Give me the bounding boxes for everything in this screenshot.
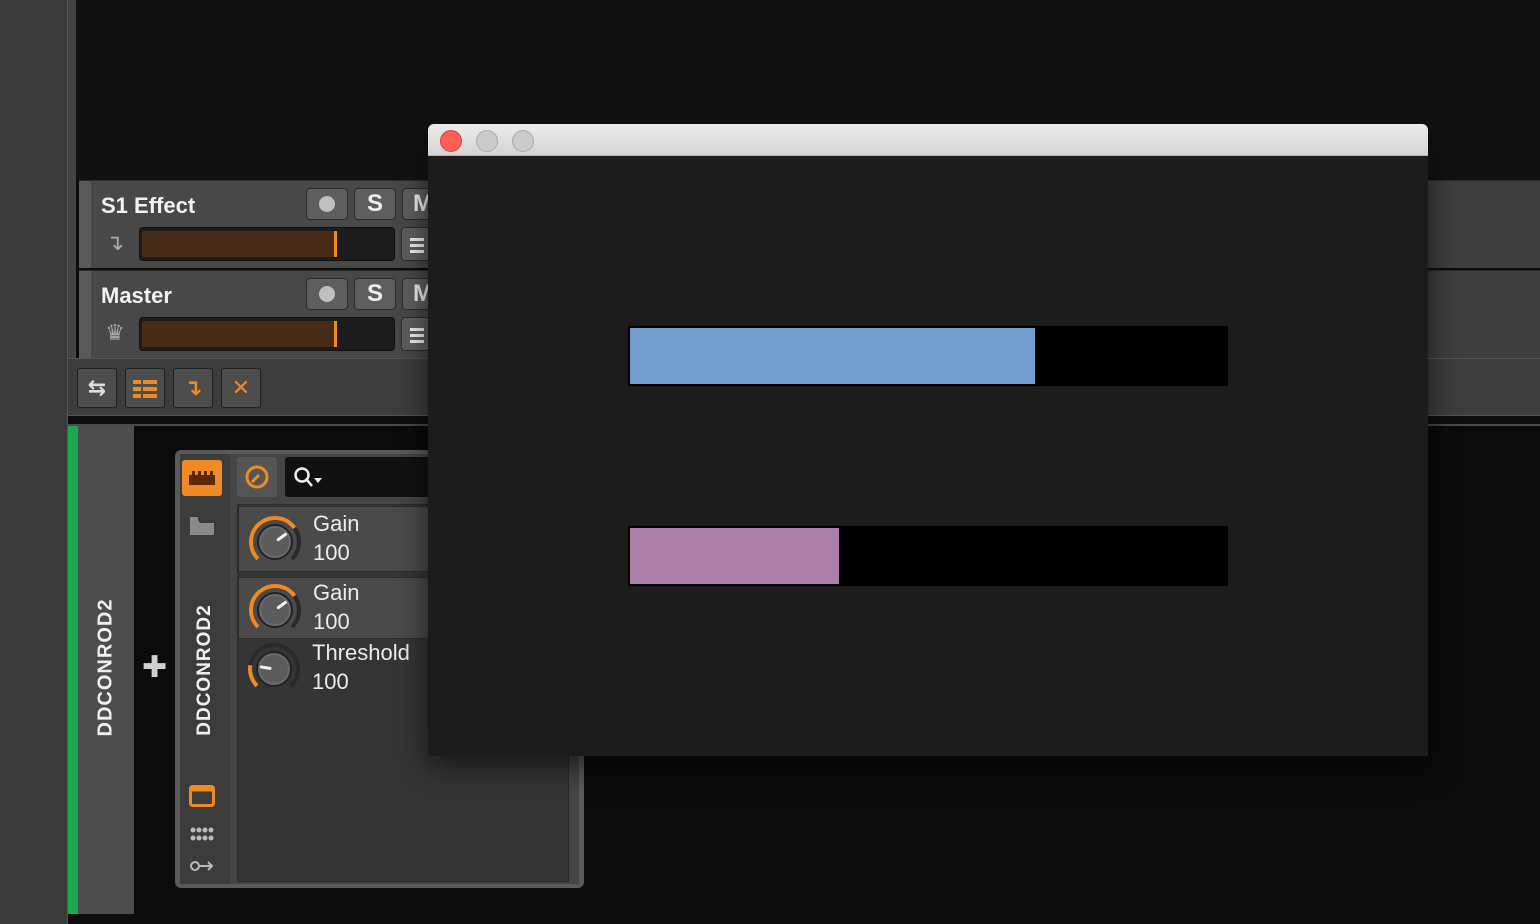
key-modulator-icon[interactable] xyxy=(182,848,222,884)
window-icon[interactable] xyxy=(182,778,222,814)
add-device-icon[interactable]: ✚ xyxy=(142,653,167,683)
parameter-value: 100 xyxy=(313,609,350,634)
volume-marker[interactable] xyxy=(334,321,337,347)
device-list-icon[interactable] xyxy=(125,368,165,408)
parameter-label: Threshold xyxy=(312,640,410,665)
zoom-window-icon[interactable] xyxy=(512,130,534,152)
parameter-label: Gain xyxy=(313,580,360,605)
return-arrow-icon: ↴ xyxy=(105,230,125,255)
track-name: Master xyxy=(101,283,172,308)
device-sidebar: DDCONROD2 xyxy=(180,454,230,884)
level-bar-1[interactable] xyxy=(628,326,1228,386)
device-label: DDCONROD2 xyxy=(194,604,215,736)
track-name: S1 Effect xyxy=(101,193,196,218)
insert-arrow-icon[interactable]: ↴ xyxy=(173,368,213,408)
preset-search-input[interactable] xyxy=(285,457,445,497)
track-color-strip xyxy=(79,181,91,268)
left-strip xyxy=(0,0,68,924)
record-dot-icon xyxy=(319,286,335,302)
knob-icon[interactable] xyxy=(247,582,303,638)
solo-button[interactable]: S xyxy=(354,278,396,310)
parameter-value: 100 xyxy=(312,669,349,694)
volume-meter[interactable] xyxy=(139,317,395,351)
window-titlebar[interactable] xyxy=(428,124,1428,156)
volume-meter[interactable] xyxy=(139,227,395,261)
meter-fill xyxy=(142,231,337,257)
crown-icon: ♛ xyxy=(105,320,125,345)
plugin-body xyxy=(428,156,1428,756)
track-label-column[interactable]: DDCONROD2 xyxy=(78,426,134,914)
level-bar-2[interactable] xyxy=(628,526,1228,586)
record-arm-button[interactable] xyxy=(306,278,348,310)
close-window-icon[interactable] xyxy=(440,130,462,152)
swap-arrows-icon[interactable]: ⇆ xyxy=(77,368,117,408)
knob-icon[interactable] xyxy=(246,641,302,697)
remove-x-icon[interactable]: ✕ xyxy=(221,368,261,408)
parameter-label: Gain xyxy=(313,511,360,536)
knob-icon[interactable] xyxy=(247,514,303,570)
track-color-strip xyxy=(79,271,91,358)
track-active-indicator xyxy=(68,426,78,914)
track-master-lane[interactable] xyxy=(1428,270,1540,358)
preset-button[interactable] xyxy=(237,457,277,497)
folder-icon[interactable] xyxy=(182,508,222,544)
track-label: DDCONROD2 xyxy=(94,598,117,737)
minimize-window-icon[interactable] xyxy=(476,130,498,152)
grid-dots-icon[interactable] xyxy=(182,816,222,852)
meter-fill xyxy=(142,321,337,347)
search-icon xyxy=(294,467,322,487)
plugin-window[interactable] xyxy=(428,124,1428,756)
parameter-value: 100 xyxy=(313,540,350,565)
volume-marker[interactable] xyxy=(334,231,337,257)
record-dot-icon xyxy=(319,196,335,212)
keyboard-icon[interactable] xyxy=(182,460,222,496)
level-bar-fill xyxy=(630,528,839,584)
record-arm-button[interactable] xyxy=(306,188,348,220)
arranger-border xyxy=(68,0,76,416)
solo-button[interactable]: S xyxy=(354,188,396,220)
track-s1-effect-lane[interactable] xyxy=(1428,180,1540,268)
level-bar-fill xyxy=(630,328,1035,384)
